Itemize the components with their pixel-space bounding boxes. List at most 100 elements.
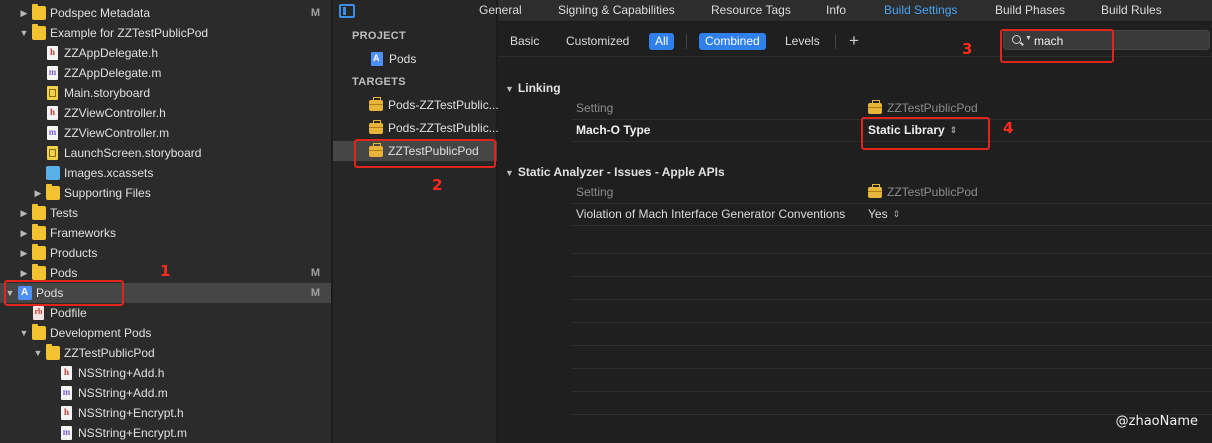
source-control-status-badge: M (310, 7, 320, 19)
group-title: Static Analyzer - Issues - Apple APIs (517, 165, 725, 179)
target-label: ZZTestPublicPod (388, 144, 479, 158)
navigator-item[interactable]: ▶ Frameworks (0, 223, 331, 243)
divider (571, 253, 1212, 254)
static-analyzer-group-header[interactable]: ▼ Static Analyzer - Issues - Apple APIs (505, 165, 725, 179)
navigator-item-label: Pods (36, 286, 64, 300)
framework-target-icon (369, 142, 383, 157)
navigator-item[interactable]: ▼ Example for ZZTestPublicPod (0, 23, 331, 43)
navigator-item[interactable]: Main.storyboard (0, 83, 331, 103)
tab-general[interactable]: General (479, 3, 522, 17)
sidebar-toggle-icon[interactable] (339, 4, 355, 18)
navigator-item[interactable]: m ZZViewController.m (0, 123, 331, 143)
divider (571, 141, 1212, 142)
folder-icon (32, 244, 46, 260)
target-item[interactable]: Pods-ZZTestPublic... (369, 95, 499, 115)
disclosure-triangle-icon[interactable]: ▶ (18, 208, 30, 219)
asset-catalog-icon (46, 166, 60, 180)
disclosure-triangle-icon[interactable]: ▼ (505, 168, 514, 178)
setting-name: Violation of Mach Interface Generator Co… (576, 207, 846, 221)
popup-arrows-icon: ⇕ (892, 209, 901, 219)
navigator-item[interactable]: h NSString+Encrypt.h (0, 403, 331, 423)
navigator-item[interactable]: h NSString+Add.h (0, 363, 331, 383)
navigator-item[interactable]: h ZZViewController.h (0, 103, 331, 123)
linking-group-header[interactable]: ▼ Linking (505, 81, 561, 95)
setting-row-mig-conventions[interactable]: Violation of Mach Interface Generator Co… (571, 203, 1212, 225)
project-item-pods[interactable]: A Pods (371, 49, 416, 69)
navigator-item[interactable]: Images.xcassets (0, 163, 331, 183)
navigator-item[interactable]: m NSString+Add.m (0, 383, 331, 403)
setting-value-popup[interactable]: Yes ⇕ (868, 203, 900, 225)
navigator-item[interactable]: ▼ A Pods M (0, 283, 331, 303)
target-item[interactable]: Pods-ZZTestPublic... (369, 118, 499, 138)
navigator-item-label: Podspec Metadata (50, 6, 151, 20)
divider (571, 345, 1212, 346)
tab-build-settings[interactable]: Build Settings (884, 3, 957, 17)
target-item-selected[interactable]: ZZTestPublicPod (333, 141, 497, 161)
header-file-icon: h (47, 46, 58, 60)
disclosure-triangle-icon[interactable]: ▼ (18, 328, 30, 338)
disclosure-triangle-icon[interactable]: ▼ (32, 348, 44, 358)
basic-filter-button[interactable]: Basic (504, 33, 545, 50)
disclosure-triangle-icon[interactable]: ▼ (4, 288, 16, 298)
search-icon (1012, 35, 1021, 44)
customized-filter-button[interactable]: Customized (560, 33, 635, 50)
chevron-down-icon[interactable]: ▼ (1025, 35, 1032, 42)
target-column-header: ZZTestPublicPod (868, 97, 978, 119)
search-input[interactable] (1034, 33, 1194, 48)
annotation-number: 2 (432, 176, 443, 194)
build-settings-editor: General Signing & Capabilities Resource … (479, 0, 1212, 443)
project-item-label: Pods (389, 52, 417, 66)
setting-column-label: Setting (576, 101, 614, 115)
navigator-item-label: Images.xcassets (64, 166, 154, 180)
divider (571, 322, 1212, 323)
combined-view-button[interactable]: Combined (699, 33, 766, 50)
navigator-item[interactable]: ▼ ZZTestPublicPod (0, 343, 331, 363)
tab-build-rules[interactable]: Build Rules (1101, 3, 1162, 17)
setting-value-popup[interactable]: Static Library ⇕ (868, 119, 957, 141)
navigator-item-label: LaunchScreen.storyboard (64, 146, 202, 160)
folder-icon (32, 204, 46, 220)
navigator-item-label: NSString+Encrypt.m (78, 426, 188, 440)
disclosure-triangle-icon[interactable]: ▶ (18, 268, 30, 279)
navigator-item[interactable]: m NSString+Encrypt.m (0, 423, 331, 443)
target-column-label: ZZTestPublicPod (887, 101, 978, 115)
tab-signing-capabilities[interactable]: Signing & Capabilities (558, 3, 675, 17)
tab-resource-tags[interactable]: Resource Tags (711, 3, 791, 17)
disclosure-triangle-icon[interactable]: ▶ (18, 8, 30, 19)
setting-row-mach-o-type[interactable]: Mach-O Type Static Library ⇕ (571, 119, 1212, 141)
levels-view-button[interactable]: Levels (779, 33, 826, 50)
targets-pane: PROJECT A Pods TARGETS Pods-ZZTestPublic… (333, 0, 499, 443)
navigator-item[interactable]: ▶ Supporting Files (0, 183, 331, 203)
tab-info[interactable]: Info (826, 3, 846, 17)
navigator-item[interactable]: m ZZAppDelegate.m (0, 63, 331, 83)
watermark: @zhaoName (1115, 414, 1198, 429)
folder-icon (46, 344, 60, 360)
tab-build-phases[interactable]: Build Phases (995, 3, 1065, 17)
folder-icon (32, 264, 46, 280)
navigator-item[interactable]: ▼ Development Pods (0, 323, 331, 343)
header-file-icon: h (61, 366, 72, 380)
navigator-item[interactable]: h ZZAppDelegate.h (0, 43, 331, 63)
setting-name: Mach-O Type (576, 123, 651, 137)
navigator-item[interactable]: ▶ Podspec Metadata M (0, 3, 331, 23)
disclosure-triangle-icon[interactable]: ▼ (505, 84, 514, 94)
navigator-item[interactable]: LaunchScreen.storyboard (0, 143, 331, 163)
disclosure-triangle-icon[interactable]: ▶ (32, 188, 44, 199)
add-setting-button[interactable]: + (849, 31, 859, 51)
settings-search-field[interactable]: ▼ (1003, 30, 1210, 50)
folder-icon (32, 224, 46, 240)
disclosure-triangle-icon[interactable]: ▶ (18, 248, 30, 259)
annotation-number: 1 (160, 262, 171, 280)
all-filter-button[interactable]: All (649, 33, 675, 50)
divider (571, 391, 1212, 392)
navigator-item-label: Main.storyboard (64, 86, 151, 100)
disclosure-triangle-icon[interactable]: ▶ (18, 228, 30, 239)
setting-value: Yes (868, 207, 888, 221)
navigator-item[interactable]: rb Podfile (0, 303, 331, 323)
project-section-header: PROJECT (352, 30, 407, 42)
navigator-item-label: Example for ZZTestPublicPod (50, 26, 209, 40)
navigator-item[interactable]: ▶ Products (0, 243, 331, 263)
header-file-icon: h (61, 406, 72, 420)
navigator-item[interactable]: ▶ Tests (0, 203, 331, 223)
disclosure-triangle-icon[interactable]: ▼ (18, 28, 30, 38)
